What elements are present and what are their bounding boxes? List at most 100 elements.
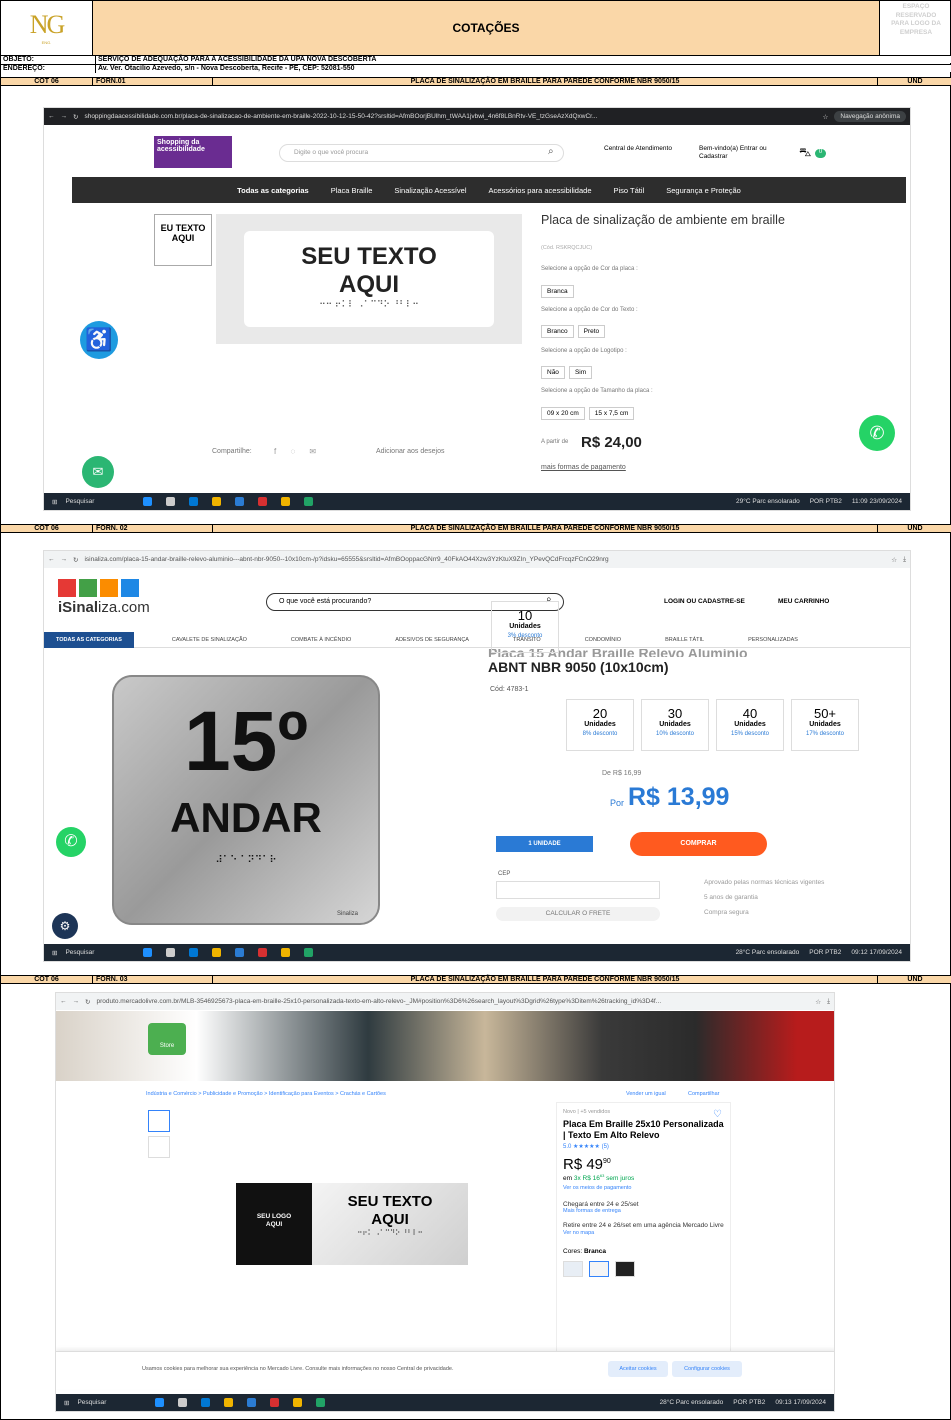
app-icon[interactable]: [189, 497, 199, 506]
app-icon[interactable]: [258, 497, 268, 506]
app-icon[interactable]: [178, 1398, 188, 1407]
app-icon[interactable]: [258, 948, 268, 957]
clock-text[interactable]: 11:09 23/09/2024: [852, 498, 902, 505]
nav-personalizadas[interactable]: PERSONALIZADAS: [748, 637, 798, 643]
nav-condominio[interactable]: CONDOMÍNIO: [585, 637, 621, 643]
favorite-icon[interactable]: ♡: [713, 1109, 722, 1120]
share-link[interactable]: Compartilhar: [688, 1091, 719, 1097]
nav-cavalete[interactable]: CAVALETE DE SINALIZAÇÃO: [172, 637, 247, 643]
app-icon[interactable]: [224, 1398, 234, 1407]
option-9x20[interactable]: 09 x 20 cm: [541, 407, 585, 420]
weather-text[interactable]: 29°C Parc ensolarado: [736, 498, 800, 505]
nav-sinalizacao[interactable]: Sinalização Acessível: [394, 186, 466, 195]
payment-link[interactable]: mais formas de pagamento: [541, 464, 626, 471]
download-icon[interactable]: ⤓: [903, 556, 906, 564]
login-link[interactable]: LOGIN OU CADASTRE-SE: [664, 598, 745, 605]
whatsapp-icon[interactable]: ✆: [859, 415, 895, 451]
app-icon[interactable]: [304, 497, 314, 506]
login-link[interactable]: Bem-vindo(a) Entrar ou Cadastrar: [699, 145, 789, 161]
incognito-badge[interactable]: Navegação anônima: [834, 111, 906, 122]
download-icon[interactable]: ⤓: [827, 998, 830, 1006]
option-sim[interactable]: Sim: [568, 366, 593, 379]
breadcrumb[interactable]: Indústria e Comércio > Publicidade e Pro…: [146, 1091, 386, 1097]
app-icon[interactable]: [143, 497, 153, 506]
chat-icon[interactable]: ✉: [82, 456, 114, 488]
app-icon[interactable]: [166, 948, 176, 957]
reload-icon[interactable]: ↻: [73, 113, 78, 121]
wishlist-link[interactable]: Adicionar aos desejos: [376, 448, 445, 455]
tier-30[interactable]: 30 Unidades 10% desconto: [641, 699, 709, 751]
search-icon[interactable]: ⌕: [548, 146, 554, 157]
accept-cookies-button[interactable]: Aceitar cookies: [608, 1361, 668, 1377]
tier-50[interactable]: 50+ Unidades 17% desconto: [791, 699, 859, 751]
store-logo[interactable]: Shopping da acessibilidade: [154, 136, 232, 168]
windows-start-icon[interactable]: ⊞: [52, 949, 57, 957]
weather-text[interactable]: 28°C Parc ensolarado: [736, 949, 800, 956]
star-icon[interactable]: ☆: [823, 113, 829, 121]
language-indicator[interactable]: POR PTB2: [809, 949, 841, 956]
app-icon[interactable]: [189, 948, 199, 957]
app-icon[interactable]: [235, 948, 245, 957]
delivery-link[interactable]: Mais formas de entrega: [563, 1208, 724, 1214]
isinaliza-logo[interactable]: iSinaliza.com: [58, 579, 168, 619]
buy-button[interactable]: COMPRAR: [630, 832, 767, 856]
reload-icon[interactable]: ↻: [85, 998, 90, 1006]
tier-40[interactable]: 40 Unidades 15% desconto: [716, 699, 784, 751]
sell-link[interactable]: Vender um igual: [626, 1091, 666, 1097]
windows-start-icon[interactable]: ⊞: [52, 498, 57, 506]
nav-placa-braille[interactable]: Placa Braille: [331, 186, 373, 195]
back-icon[interactable]: ←: [48, 556, 55, 563]
nav-adesivos[interactable]: ADESIVOS DE SEGURANÇA: [395, 637, 469, 643]
app-icon[interactable]: [247, 1398, 257, 1407]
language-indicator[interactable]: POR PTB2: [810, 498, 842, 505]
gallery-thumb-2[interactable]: [148, 1136, 170, 1158]
cart-icon[interactable]: ⛍: [799, 145, 811, 161]
app-icon[interactable]: [166, 497, 176, 506]
app-icon[interactable]: [212, 948, 222, 957]
share-icons[interactable]: f ◌ ✉: [274, 447, 322, 456]
cart-link[interactable]: MEU CARRINHO: [778, 598, 829, 605]
clock-text[interactable]: 09:13 17/09/2024: [775, 1399, 826, 1406]
address-bar[interactable]: produto.mercadolivre.com.br/MLB-35469256…: [96, 998, 809, 1005]
language-indicator[interactable]: POR PTB2: [733, 1399, 765, 1406]
nav-incendio[interactable]: COMBATE À INCÊNDIO: [291, 637, 351, 643]
reload-icon[interactable]: ↻: [73, 556, 78, 564]
central-atendimento[interactable]: Central de Atendimento: [604, 145, 684, 153]
quantity-stepper[interactable]: 1 UNIDADE: [496, 836, 593, 852]
clock-text[interactable]: 09:12 17/09/2024: [851, 949, 902, 956]
windows-start-icon[interactable]: ⊞: [64, 1399, 69, 1407]
tier-10[interactable]: 10 Unidades 3% desconto: [491, 601, 559, 653]
forward-icon[interactable]: →: [61, 113, 68, 120]
option-branco[interactable]: Branco: [541, 325, 574, 338]
pickup-link[interactable]: Ver no mapa: [563, 1230, 724, 1236]
calculate-shipping-button[interactable]: CALCULAR O FRETE: [496, 907, 660, 921]
gallery-thumb-1[interactable]: [148, 1110, 170, 1132]
color-swatch[interactable]: [589, 1261, 609, 1278]
option-nao[interactable]: Não: [541, 366, 565, 379]
whatsapp-icon[interactable]: ✆: [56, 827, 86, 857]
nav-braille[interactable]: BRAILLE TÁTIL: [665, 637, 704, 643]
accessibility-icon[interactable]: ♿: [80, 321, 118, 359]
nav-piso-tatil[interactable]: Piso Tátil: [614, 186, 645, 195]
rating[interactable]: 5.0 ★★★★★ (5): [563, 1143, 724, 1150]
address-bar[interactable]: isinaliza.com/placa-15-andar-braille-rel…: [84, 556, 885, 563]
search-input[interactable]: Digite o que você procura: [279, 144, 564, 162]
payment-link[interactable]: Ver os meios de pagamento: [563, 1185, 724, 1191]
app-icon[interactable]: [270, 1398, 280, 1407]
forward-icon[interactable]: →: [61, 556, 68, 563]
app-icon[interactable]: [304, 948, 314, 957]
address-bar[interactable]: shoppingdaacessibilidade.com.br/placa-de…: [84, 113, 816, 120]
option-branca[interactable]: Branca: [541, 285, 574, 298]
app-icon[interactable]: [212, 497, 222, 506]
taskbar-search[interactable]: Pesquisar: [65, 498, 135, 505]
tier-20[interactable]: 20 Unidades 8% desconto: [566, 699, 634, 751]
app-icon[interactable]: [143, 948, 153, 957]
configure-cookies-button[interactable]: Configurar cookies: [672, 1361, 742, 1377]
weather-text[interactable]: 28°C Parc ensolarado: [660, 1399, 724, 1406]
taskbar-search[interactable]: Pesquisar: [77, 1399, 147, 1406]
nav-seguranca[interactable]: Segurança e Proteção: [666, 186, 741, 195]
taskbar-search[interactable]: Pesquisar: [65, 949, 135, 956]
option-preto[interactable]: Preto: [577, 325, 606, 338]
color-swatch[interactable]: [563, 1261, 583, 1278]
back-icon[interactable]: ←: [60, 998, 67, 1005]
